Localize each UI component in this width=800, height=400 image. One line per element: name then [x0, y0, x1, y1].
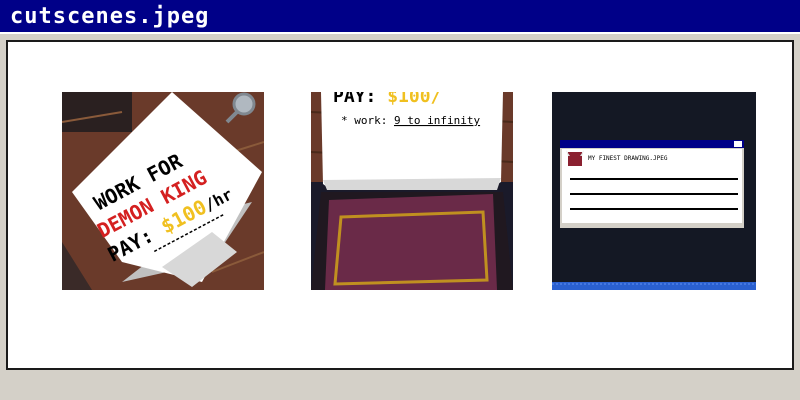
sign-pay-label: PAY: [333, 92, 387, 107]
sign-work-prefix: * work: [341, 114, 394, 127]
window-title: cutscenes.jpeg [10, 4, 210, 29]
status-bar [0, 370, 800, 400]
svg-text:PAY: $100/: PAY: $100/ [333, 92, 441, 107]
cutscene-thumbnail-3[interactable]: MY FINEST DRAWING.JPEG [552, 92, 756, 290]
cutscene-thumbnail-2[interactable]: PAY: $100/ * work: 9 to infinity [311, 92, 513, 290]
popup-title: MY FINEST DRAWING.JPEG [588, 155, 668, 162]
cutscene-thumbnail-1[interactable]: WORK FOR DEMON KING PAY: $100/hr [62, 92, 264, 290]
title-bar[interactable]: cutscenes.jpeg [0, 0, 800, 34]
sign-pay-value: $100/ [387, 92, 441, 107]
desktop-scene-image: MY FINEST DRAWING.JPEG [552, 92, 756, 290]
work-flyer-image: WORK FOR DEMON KING PAY: $100/hr [62, 92, 264, 290]
sign-work-value: 9 to infinity [394, 114, 480, 127]
bed-scene-image: PAY: $100/ * work: 9 to infinity [311, 92, 513, 290]
image-viewer-window: cutscenes.jpeg WORK FOR DEMON KING PAY: … [0, 0, 800, 400]
image-canvas: WORK FOR DEMON KING PAY: $100/hr PAY: $1… [6, 40, 794, 370]
svg-text:* work: 9 to infinity: * work: 9 to infinity [341, 114, 480, 127]
